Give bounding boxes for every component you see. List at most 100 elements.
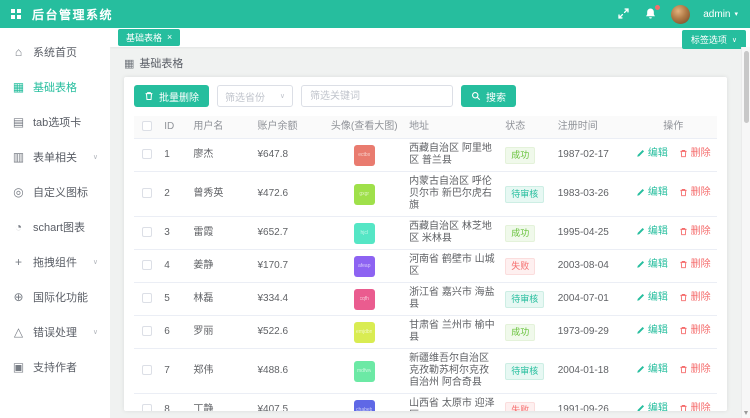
column-header: 账户余额	[254, 116, 324, 139]
status-badge: 失败	[505, 258, 535, 275]
sidebar-item-2[interactable]: ▤ tab选项卡	[0, 104, 110, 139]
cell-address: 浙江省 嘉兴市 海盐县	[405, 283, 501, 316]
avatar-thumbnail[interactable]: ectbx	[354, 145, 375, 166]
pencil-icon	[636, 188, 645, 197]
chevron-down-icon: ∨	[280, 92, 285, 100]
cell-balance: ¥407.5	[254, 394, 324, 412]
edit-button[interactable]: 编辑	[636, 187, 668, 199]
avatar-thumbnail[interactable]: emjdbn	[354, 322, 375, 343]
scrollbar-down-arrow[interactable]	[744, 411, 748, 415]
row-checkbox[interactable]	[142, 404, 152, 411]
delete-button[interactable]: 删除	[679, 292, 711, 304]
tag-options-label: 标签选项	[691, 33, 727, 46]
column-header: 注册时间	[554, 116, 630, 139]
notification-dot	[655, 5, 660, 10]
row-checkbox[interactable]	[142, 326, 152, 336]
tabs-icon: ▤	[12, 115, 25, 129]
column-header: 头像(查看大图)	[323, 116, 405, 139]
table-row: 7 郑伟 ¥488.6 mdfwv 新疆维吾尔自治区 克孜勒苏柯尔克孜自治州 阿…	[134, 349, 717, 394]
avatar-thumbnail[interactable]: hjcl	[354, 223, 375, 244]
status-badge: 成功	[505, 225, 535, 242]
avatar-thumbnail[interactable]: mdfwv	[354, 361, 375, 382]
table-row: 8 丁静 ¥407.5 chabeb 山西省 太原市 迎泽区 失败 1991-0…	[134, 394, 717, 412]
edit-button[interactable]: 编辑	[636, 259, 668, 271]
edit-button[interactable]: 编辑	[636, 364, 668, 376]
keyword-input[interactable]	[301, 85, 453, 107]
avatar-thumbnail[interactable]: gxgr	[354, 184, 375, 205]
cell-address: 西藏自治区 阿里地区 普兰县	[405, 139, 501, 172]
row-checkbox[interactable]	[142, 149, 152, 159]
avatar-thumbnail[interactable]: chabeb	[354, 400, 375, 412]
username: admin	[703, 9, 730, 20]
table-row: 6 罗丽 ¥522.6 emjdbn 甘肃省 兰州市 榆中县 成功 1973-0…	[134, 316, 717, 349]
table-header-row: ID用户名账户余额头像(查看大图)地址状态注册时间操作	[134, 116, 717, 139]
sidebar: ⌂ 系统首页 ▦ 基础表格 ▤ tab选项卡 ▥ 表单相关 ∨ ◎ 自定义图标 …	[0, 28, 110, 418]
chevron-down-icon: ∨	[732, 36, 737, 44]
cell-balance: ¥522.6	[254, 316, 324, 349]
status-badge: 失败	[505, 402, 535, 412]
cell-balance: ¥472.6	[254, 172, 324, 217]
batch-delete-button[interactable]: 批量删除	[134, 85, 209, 107]
app-header: 后台管理系统 admin ▾	[0, 0, 750, 28]
delete-button[interactable]: 删除	[679, 325, 711, 337]
column-header: 状态	[501, 116, 553, 139]
avatar-thumbnail[interactable]: afeap	[354, 256, 375, 277]
table-row: 2 曾秀英 ¥472.6 gxgr 内蒙古自治区 呼伦贝尔市 新巴尔虎右旗 待审…	[134, 172, 717, 217]
edit-button[interactable]: 编辑	[636, 403, 668, 411]
select-all-checkbox[interactable]	[142, 121, 152, 131]
delete-button[interactable]: 删除	[679, 403, 711, 411]
delete-button[interactable]: 删除	[679, 148, 711, 160]
status-badge: 待审核	[505, 363, 544, 380]
row-checkbox[interactable]	[142, 227, 152, 237]
delete-button[interactable]: 删除	[679, 364, 711, 376]
sidebar-item-7[interactable]: ⊕ 国际化功能	[0, 279, 110, 314]
delete-button[interactable]: 删除	[679, 226, 711, 238]
pencil-icon	[636, 365, 645, 374]
sidebar-item-0[interactable]: ⌂ 系统首页	[0, 34, 110, 69]
sidebar-item-3[interactable]: ▥ 表单相关 ∨	[0, 139, 110, 174]
tab-basic-table[interactable]: 基础表格 ×	[118, 29, 180, 46]
column-header: ID	[160, 116, 189, 139]
cell-username: 姜静	[189, 250, 253, 283]
fullscreen-icon[interactable]	[617, 7, 631, 21]
header-actions: admin ▾	[617, 5, 738, 24]
pencil-icon	[636, 293, 645, 302]
bell-icon[interactable]	[644, 7, 658, 21]
scrollbar[interactable]	[741, 47, 750, 418]
edit-button[interactable]: 编辑	[636, 292, 668, 304]
cell-register-date: 1995-04-25	[554, 217, 630, 250]
sidebar-item-1[interactable]: ▦ 基础表格	[0, 69, 110, 104]
cell-id: 3	[160, 217, 189, 250]
column-header: 操作	[630, 116, 718, 139]
row-checkbox[interactable]	[142, 293, 152, 303]
province-select[interactable]: 筛选省份 ∨	[217, 85, 293, 107]
scrollbar-thumb[interactable]	[744, 51, 749, 123]
apps-grid-icon[interactable]	[11, 9, 21, 19]
sidebar-item-4[interactable]: ◎ 自定义图标	[0, 174, 110, 209]
edit-button[interactable]: 编辑	[636, 226, 668, 238]
drag-icon: +	[12, 255, 25, 269]
avatar-thumbnail[interactable]: cqfh	[354, 289, 375, 310]
globe-icon: ⊕	[12, 290, 25, 304]
trash-icon	[144, 91, 154, 101]
edit-button[interactable]: 编辑	[636, 148, 668, 160]
row-checkbox[interactable]	[142, 188, 152, 198]
row-checkbox[interactable]	[142, 365, 152, 375]
sidebar-item-8[interactable]: △ 错误处理 ∨	[0, 314, 110, 349]
close-icon[interactable]: ×	[167, 33, 172, 42]
cell-register-date: 2004-07-01	[554, 283, 630, 316]
search-button[interactable]: 搜索	[461, 85, 516, 107]
cell-username: 林磊	[189, 283, 253, 316]
delete-button[interactable]: 删除	[679, 187, 711, 199]
sidebar-item-5[interactable]: ◔ schart图表	[0, 209, 110, 244]
sidebar-item-9[interactable]: ▣ 支持作者	[0, 349, 110, 384]
delete-button[interactable]: 删除	[679, 259, 711, 271]
edit-button[interactable]: 编辑	[636, 325, 668, 337]
user-menu[interactable]: admin ▾	[703, 9, 738, 20]
trash-icon	[679, 149, 688, 158]
tag-options-button[interactable]: 标签选项 ∨	[682, 30, 746, 49]
sidebar-item-6[interactable]: + 拖拽组件 ∨	[0, 244, 110, 279]
user-avatar[interactable]	[671, 5, 690, 24]
row-checkbox[interactable]	[142, 260, 152, 270]
cell-id: 2	[160, 172, 189, 217]
